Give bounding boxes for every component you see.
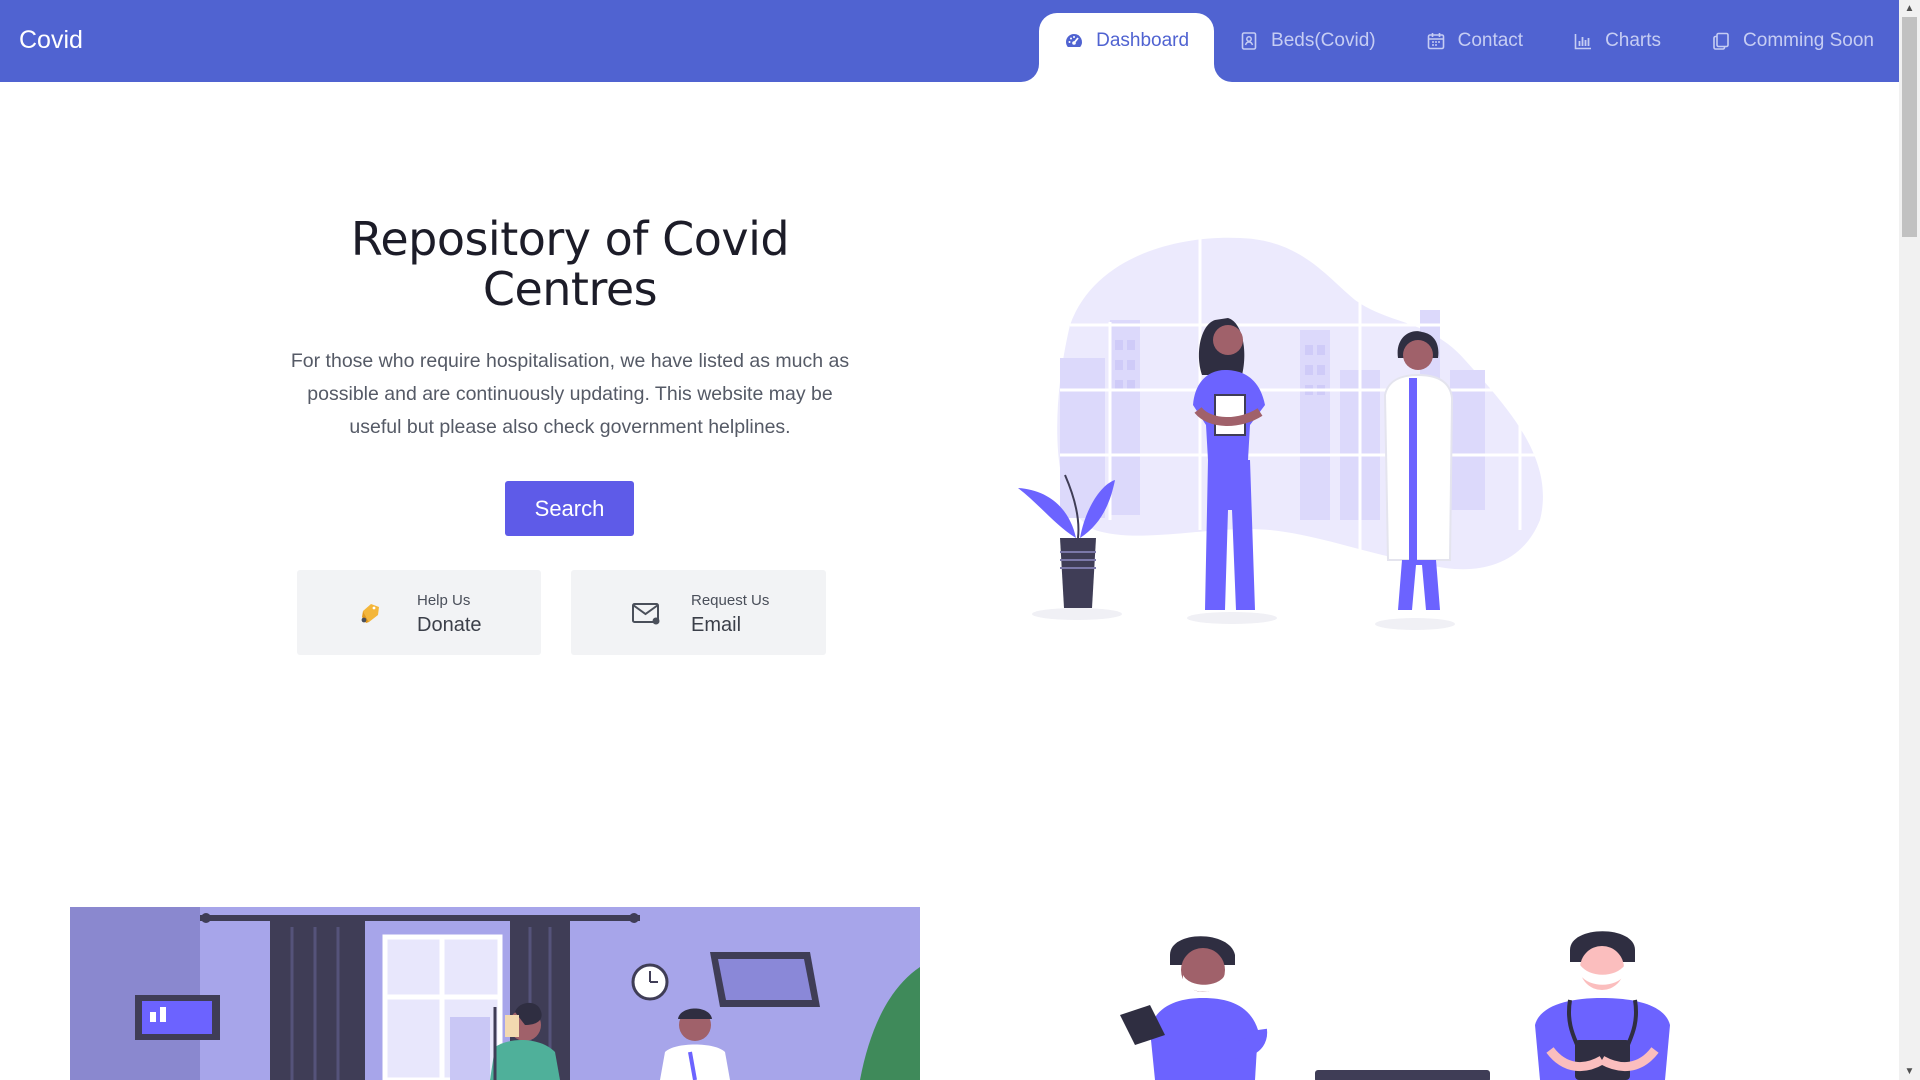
- nav-item-label: Contact: [1457, 29, 1524, 51]
- nav-item-beds[interactable]: Beds(Covid): [1214, 13, 1401, 82]
- page-title: Repository of Covid Centres: [350, 212, 790, 316]
- donate-card[interactable]: Help Us Donate: [297, 570, 541, 655]
- top-navbar: Covid Dashboard Beds(Covid) Contact Char…: [0, 0, 1899, 82]
- email-card[interactable]: Request Us Email: [571, 570, 826, 655]
- email-card-caption: Request Us: [691, 592, 770, 609]
- scroll-up-arrow-icon[interactable]: ▲: [1899, 0, 1920, 17]
- nav-item-comming-soon[interactable]: Comming Soon: [1686, 13, 1899, 82]
- nav-item-contact[interactable]: Contact: [1401, 13, 1548, 82]
- doctors-illustration: [1010, 230, 1570, 630]
- hero-description: For those who require hospitalisation, w…: [290, 350, 850, 438]
- search-button[interactable]: Search: [505, 481, 634, 536]
- hospital-room-illustration: [70, 907, 920, 1080]
- calendar-icon: [1426, 31, 1446, 51]
- brand-logo[interactable]: Covid: [19, 26, 83, 55]
- bar-chart-icon: [1573, 31, 1593, 51]
- nav-item-dashboard[interactable]: Dashboard: [1039, 13, 1215, 82]
- gauge-icon: [1064, 31, 1084, 51]
- nav-menu: Dashboard Beds(Covid) Contact Charts Com…: [1039, 13, 1899, 82]
- nav-item-label: Comming Soon: [1743, 29, 1874, 51]
- contact-book-icon: [1239, 31, 1259, 51]
- scroll-down-arrow-icon[interactable]: ▼: [1899, 1063, 1920, 1080]
- donate-card-caption: Help Us: [417, 592, 471, 609]
- mail-icon: [631, 598, 661, 628]
- nav-item-charts[interactable]: Charts: [1548, 13, 1686, 82]
- vertical-scrollbar[interactable]: ▲ ▼: [1899, 0, 1920, 1080]
- nav-item-label: Charts: [1605, 29, 1662, 51]
- donate-card-label: Donate: [417, 614, 482, 636]
- nav-item-label: Dashboard: [1096, 29, 1190, 51]
- copy-icon: [1711, 31, 1731, 51]
- nurses-illustration: [1110, 920, 1710, 1080]
- nav-item-label: Beds(Covid): [1271, 29, 1376, 51]
- email-card-label: Email: [691, 614, 742, 636]
- scroll-thumb[interactable]: [1902, 17, 1917, 237]
- tag-icon: [355, 598, 385, 628]
